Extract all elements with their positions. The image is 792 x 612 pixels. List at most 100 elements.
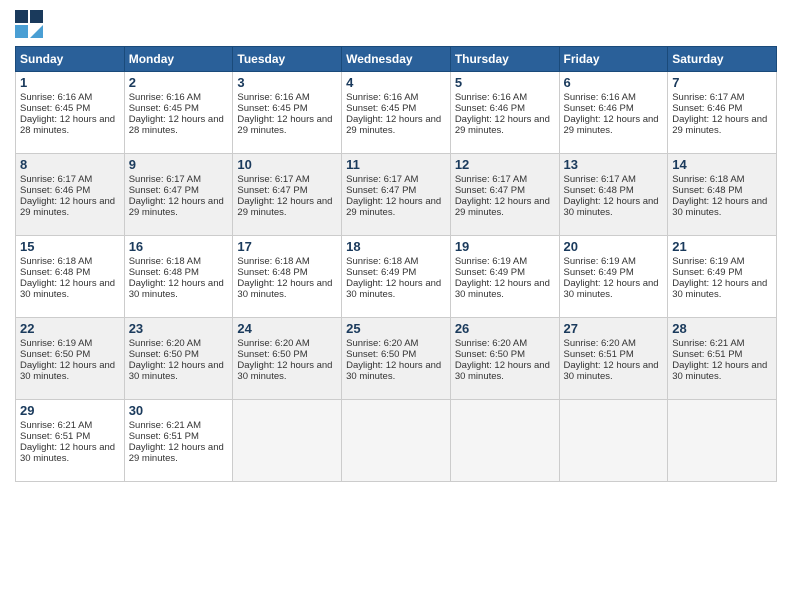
- day-header: Friday: [559, 47, 668, 72]
- sunset-text: Sunset: 6:46 PM: [455, 103, 555, 114]
- sunset-text: Sunset: 6:45 PM: [20, 103, 120, 114]
- day-header: Monday: [124, 47, 233, 72]
- sunrise-text: Sunrise: 6:18 AM: [672, 174, 772, 185]
- day-number: 10: [237, 157, 337, 172]
- calendar: SundayMondayTuesdayWednesdayThursdayFrid…: [15, 46, 777, 482]
- day-number: 15: [20, 239, 120, 254]
- logo-icon: [15, 10, 43, 38]
- sunrise-text: Sunrise: 6:18 AM: [20, 256, 120, 267]
- sunrise-text: Sunrise: 6:18 AM: [237, 256, 337, 267]
- daylight-text: Daylight: 12 hours and 30 minutes.: [455, 278, 555, 300]
- day-number: 19: [455, 239, 555, 254]
- daylight-text: Daylight: 12 hours and 29 minutes.: [20, 196, 120, 218]
- day-number: 20: [564, 239, 664, 254]
- day-header: Sunday: [16, 47, 125, 72]
- sunset-text: Sunset: 6:49 PM: [455, 267, 555, 278]
- day-number: 6: [564, 75, 664, 90]
- day-header: Thursday: [450, 47, 559, 72]
- sunrise-text: Sunrise: 6:16 AM: [346, 92, 446, 103]
- calendar-cell: 7Sunrise: 6:17 AMSunset: 6:46 PMDaylight…: [668, 72, 777, 154]
- sunset-text: Sunset: 6:50 PM: [237, 349, 337, 360]
- daylight-text: Daylight: 12 hours and 28 minutes.: [129, 114, 229, 136]
- calendar-cell: 6Sunrise: 6:16 AMSunset: 6:46 PMDaylight…: [559, 72, 668, 154]
- calendar-week-row: 1Sunrise: 6:16 AMSunset: 6:45 PMDaylight…: [16, 72, 777, 154]
- sunset-text: Sunset: 6:47 PM: [455, 185, 555, 196]
- day-header: Wednesday: [342, 47, 451, 72]
- sunrise-text: Sunrise: 6:17 AM: [346, 174, 446, 185]
- day-number: 24: [237, 321, 337, 336]
- day-number: 25: [346, 321, 446, 336]
- logo: [15, 10, 45, 38]
- calendar-cell: 13Sunrise: 6:17 AMSunset: 6:48 PMDayligh…: [559, 154, 668, 236]
- daylight-text: Daylight: 12 hours and 30 minutes.: [237, 360, 337, 382]
- day-number: 17: [237, 239, 337, 254]
- day-number: 13: [564, 157, 664, 172]
- sunset-text: Sunset: 6:48 PM: [129, 267, 229, 278]
- daylight-text: Daylight: 12 hours and 30 minutes.: [237, 278, 337, 300]
- day-number: 12: [455, 157, 555, 172]
- daylight-text: Daylight: 12 hours and 29 minutes.: [129, 442, 229, 464]
- sunrise-text: Sunrise: 6:19 AM: [455, 256, 555, 267]
- day-number: 18: [346, 239, 446, 254]
- calendar-cell: 25Sunrise: 6:20 AMSunset: 6:50 PMDayligh…: [342, 318, 451, 400]
- calendar-cell: 15Sunrise: 6:18 AMSunset: 6:48 PMDayligh…: [16, 236, 125, 318]
- day-number: 28: [672, 321, 772, 336]
- header-row: SundayMondayTuesdayWednesdayThursdayFrid…: [16, 47, 777, 72]
- sunrise-text: Sunrise: 6:16 AM: [564, 92, 664, 103]
- daylight-text: Daylight: 12 hours and 29 minutes.: [237, 196, 337, 218]
- sunrise-text: Sunrise: 6:16 AM: [455, 92, 555, 103]
- calendar-cell: 1Sunrise: 6:16 AMSunset: 6:45 PMDaylight…: [16, 72, 125, 154]
- calendar-cell: 22Sunrise: 6:19 AMSunset: 6:50 PMDayligh…: [16, 318, 125, 400]
- calendar-cell: 27Sunrise: 6:20 AMSunset: 6:51 PMDayligh…: [559, 318, 668, 400]
- calendar-week-row: 15Sunrise: 6:18 AMSunset: 6:48 PMDayligh…: [16, 236, 777, 318]
- daylight-text: Daylight: 12 hours and 30 minutes.: [672, 196, 772, 218]
- calendar-cell: 23Sunrise: 6:20 AMSunset: 6:50 PMDayligh…: [124, 318, 233, 400]
- calendar-cell: 26Sunrise: 6:20 AMSunset: 6:50 PMDayligh…: [450, 318, 559, 400]
- calendar-cell: 9 Sunrise: 6:17 AMSunset: 6:47 PMDaylight…: [124, 154, 233, 236]
- sunrise-text: Sunrise: 6:20 AM: [237, 338, 337, 349]
- daylight-text: Daylight: 12 hours and 30 minutes.: [20, 442, 120, 464]
- calendar-cell: 30Sunrise: 6:21 AMSunset: 6:51 PMDayligh…: [124, 400, 233, 482]
- sunrise-text: Sunrise: 6:19 AM: [20, 338, 120, 349]
- sunrise-text: Sunrise: 6:17 AM: [129, 174, 229, 185]
- sunset-text: Sunset: 6:50 PM: [129, 349, 229, 360]
- day-number: 4: [346, 75, 446, 90]
- day-number: 2: [129, 75, 229, 90]
- day-number: 21: [672, 239, 772, 254]
- sunset-text: Sunset: 6:45 PM: [346, 103, 446, 114]
- calendar-cell: 28Sunrise: 6:21 AMSunset: 6:51 PMDayligh…: [668, 318, 777, 400]
- daylight-text: Daylight: 12 hours and 30 minutes.: [20, 278, 120, 300]
- day-number: 9: [129, 157, 229, 172]
- day-number: 16: [129, 239, 229, 254]
- day-number: 26: [455, 321, 555, 336]
- sunset-text: Sunset: 6:47 PM: [129, 185, 229, 196]
- calendar-cell: 21Sunrise: 6:19 AMSunset: 6:49 PMDayligh…: [668, 236, 777, 318]
- calendar-cell: [668, 400, 777, 482]
- calendar-cell: [233, 400, 342, 482]
- daylight-text: Daylight: 12 hours and 30 minutes.: [564, 360, 664, 382]
- sunset-text: Sunset: 6:48 PM: [672, 185, 772, 196]
- sunset-text: Sunset: 6:50 PM: [455, 349, 555, 360]
- sunrise-text: Sunrise: 6:20 AM: [346, 338, 446, 349]
- daylight-text: Daylight: 12 hours and 29 minutes.: [672, 114, 772, 136]
- daylight-text: Daylight: 12 hours and 30 minutes.: [672, 278, 772, 300]
- calendar-cell: 12Sunrise: 6:17 AMSunset: 6:47 PMDayligh…: [450, 154, 559, 236]
- sunset-text: Sunset: 6:49 PM: [346, 267, 446, 278]
- daylight-text: Daylight: 12 hours and 30 minutes.: [129, 360, 229, 382]
- daylight-text: Daylight: 12 hours and 29 minutes.: [455, 114, 555, 136]
- calendar-cell: 20Sunrise: 6:19 AMSunset: 6:49 PMDayligh…: [559, 236, 668, 318]
- calendar-week-row: 8Sunrise: 6:17 AMSunset: 6:46 PMDaylight…: [16, 154, 777, 236]
- sunset-text: Sunset: 6:45 PM: [237, 103, 337, 114]
- daylight-text: Daylight: 12 hours and 29 minutes.: [237, 114, 337, 136]
- sunset-text: Sunset: 6:49 PM: [564, 267, 664, 278]
- header: [15, 10, 777, 38]
- daylight-text: Daylight: 12 hours and 29 minutes.: [129, 196, 229, 218]
- day-number: 30: [129, 403, 229, 418]
- calendar-cell: 8Sunrise: 6:17 AMSunset: 6:46 PMDaylight…: [16, 154, 125, 236]
- sunset-text: Sunset: 6:46 PM: [20, 185, 120, 196]
- daylight-text: Daylight: 12 hours and 30 minutes.: [455, 360, 555, 382]
- calendar-cell: 5 Sunrise: 6:16 AMSunset: 6:46 PMDaylight…: [450, 72, 559, 154]
- day-number: 7: [672, 75, 772, 90]
- sunrise-text: Sunrise: 6:18 AM: [129, 256, 229, 267]
- day-number: 5: [455, 75, 555, 90]
